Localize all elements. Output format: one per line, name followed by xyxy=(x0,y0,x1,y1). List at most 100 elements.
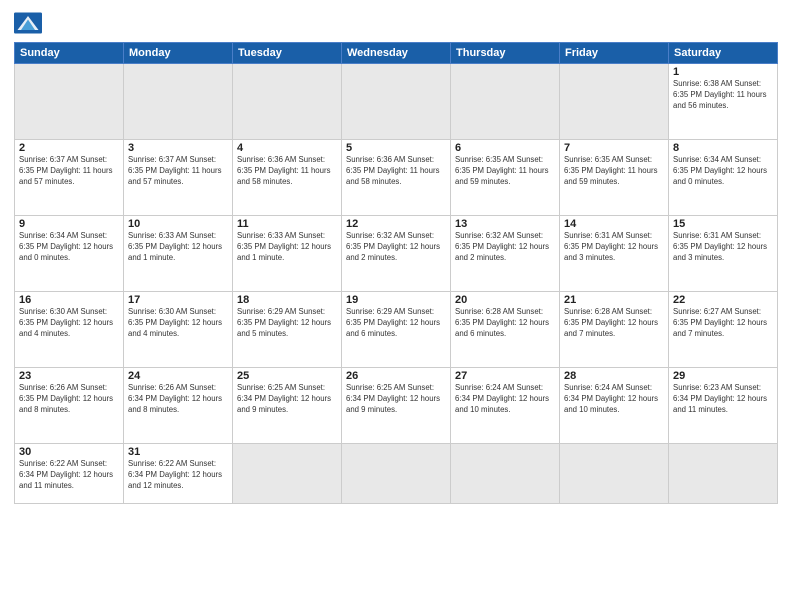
calendar-cell: 15Sunrise: 6:31 AM Sunset: 6:35 PM Dayli… xyxy=(669,216,778,292)
calendar-header-tuesday: Tuesday xyxy=(233,43,342,64)
day-info: Sunrise: 6:24 AM Sunset: 6:34 PM Dayligh… xyxy=(455,383,555,416)
day-number: 23 xyxy=(19,370,119,382)
day-info: Sunrise: 6:25 AM Sunset: 6:34 PM Dayligh… xyxy=(346,383,446,416)
day-info: Sunrise: 6:24 AM Sunset: 6:34 PM Dayligh… xyxy=(564,383,664,416)
calendar-cell: 8Sunrise: 6:34 AM Sunset: 6:35 PM Daylig… xyxy=(669,140,778,216)
day-number: 10 xyxy=(128,218,228,230)
day-info: Sunrise: 6:34 AM Sunset: 6:35 PM Dayligh… xyxy=(673,155,773,188)
day-info: Sunrise: 6:31 AM Sunset: 6:35 PM Dayligh… xyxy=(564,231,664,264)
calendar-cell xyxy=(560,64,669,140)
calendar-cell: 28Sunrise: 6:24 AM Sunset: 6:34 PM Dayli… xyxy=(560,368,669,444)
calendar-cell: 10Sunrise: 6:33 AM Sunset: 6:35 PM Dayli… xyxy=(124,216,233,292)
calendar-header-sunday: Sunday xyxy=(15,43,124,64)
calendar-cell xyxy=(233,64,342,140)
day-number: 2 xyxy=(19,142,119,154)
day-number: 22 xyxy=(673,294,773,306)
calendar-header-thursday: Thursday xyxy=(451,43,560,64)
page: SundayMondayTuesdayWednesdayThursdayFrid… xyxy=(0,0,792,612)
day-info: Sunrise: 6:36 AM Sunset: 6:35 PM Dayligh… xyxy=(237,155,337,188)
day-number: 16 xyxy=(19,294,119,306)
calendar-cell: 6Sunrise: 6:35 AM Sunset: 6:35 PM Daylig… xyxy=(451,140,560,216)
calendar-header-row: SundayMondayTuesdayWednesdayThursdayFrid… xyxy=(15,43,778,64)
day-number: 11 xyxy=(237,218,337,230)
day-number: 26 xyxy=(346,370,446,382)
calendar-cell xyxy=(451,64,560,140)
calendar-cell: 13Sunrise: 6:32 AM Sunset: 6:35 PM Dayli… xyxy=(451,216,560,292)
day-info: Sunrise: 6:26 AM Sunset: 6:34 PM Dayligh… xyxy=(128,383,228,416)
day-number: 27 xyxy=(455,370,555,382)
day-number: 20 xyxy=(455,294,555,306)
calendar-cell xyxy=(124,64,233,140)
day-info: Sunrise: 6:28 AM Sunset: 6:35 PM Dayligh… xyxy=(455,307,555,340)
day-info: Sunrise: 6:36 AM Sunset: 6:35 PM Dayligh… xyxy=(346,155,446,188)
day-info: Sunrise: 6:30 AM Sunset: 6:35 PM Dayligh… xyxy=(128,307,228,340)
calendar-cell: 30Sunrise: 6:22 AM Sunset: 6:34 PM Dayli… xyxy=(15,444,124,504)
calendar-cell: 7Sunrise: 6:35 AM Sunset: 6:35 PM Daylig… xyxy=(560,140,669,216)
day-number: 19 xyxy=(346,294,446,306)
calendar-cell: 20Sunrise: 6:28 AM Sunset: 6:35 PM Dayli… xyxy=(451,292,560,368)
day-number: 4 xyxy=(237,142,337,154)
calendar-cell: 3Sunrise: 6:37 AM Sunset: 6:35 PM Daylig… xyxy=(124,140,233,216)
calendar-header-friday: Friday xyxy=(560,43,669,64)
calendar-cell xyxy=(342,444,451,504)
calendar-cell: 25Sunrise: 6:25 AM Sunset: 6:34 PM Dayli… xyxy=(233,368,342,444)
day-info: Sunrise: 6:30 AM Sunset: 6:35 PM Dayligh… xyxy=(19,307,119,340)
header xyxy=(14,12,778,34)
day-number: 8 xyxy=(673,142,773,154)
day-number: 29 xyxy=(673,370,773,382)
day-info: Sunrise: 6:29 AM Sunset: 6:35 PM Dayligh… xyxy=(237,307,337,340)
calendar-cell xyxy=(342,64,451,140)
calendar-cell: 5Sunrise: 6:36 AM Sunset: 6:35 PM Daylig… xyxy=(342,140,451,216)
calendar-header-saturday: Saturday xyxy=(669,43,778,64)
calendar-cell: 23Sunrise: 6:26 AM Sunset: 6:35 PM Dayli… xyxy=(15,368,124,444)
day-info: Sunrise: 6:32 AM Sunset: 6:35 PM Dayligh… xyxy=(346,231,446,264)
day-number: 12 xyxy=(346,218,446,230)
day-number: 13 xyxy=(455,218,555,230)
day-number: 1 xyxy=(673,66,773,78)
day-number: 31 xyxy=(128,446,228,458)
day-number: 17 xyxy=(128,294,228,306)
day-number: 15 xyxy=(673,218,773,230)
day-number: 6 xyxy=(455,142,555,154)
calendar: SundayMondayTuesdayWednesdayThursdayFrid… xyxy=(14,42,778,504)
day-number: 14 xyxy=(564,218,664,230)
day-info: Sunrise: 6:33 AM Sunset: 6:35 PM Dayligh… xyxy=(237,231,337,264)
calendar-cell: 12Sunrise: 6:32 AM Sunset: 6:35 PM Dayli… xyxy=(342,216,451,292)
calendar-cell: 4Sunrise: 6:36 AM Sunset: 6:35 PM Daylig… xyxy=(233,140,342,216)
day-info: Sunrise: 6:26 AM Sunset: 6:35 PM Dayligh… xyxy=(19,383,119,416)
calendar-cell: 2Sunrise: 6:37 AM Sunset: 6:35 PM Daylig… xyxy=(15,140,124,216)
day-info: Sunrise: 6:23 AM Sunset: 6:34 PM Dayligh… xyxy=(673,383,773,416)
calendar-cell: 9Sunrise: 6:34 AM Sunset: 6:35 PM Daylig… xyxy=(15,216,124,292)
day-info: Sunrise: 6:37 AM Sunset: 6:35 PM Dayligh… xyxy=(19,155,119,188)
day-number: 9 xyxy=(19,218,119,230)
day-number: 18 xyxy=(237,294,337,306)
calendar-cell: 31Sunrise: 6:22 AM Sunset: 6:34 PM Dayli… xyxy=(124,444,233,504)
calendar-header-monday: Monday xyxy=(124,43,233,64)
day-info: Sunrise: 6:22 AM Sunset: 6:34 PM Dayligh… xyxy=(128,459,228,492)
day-info: Sunrise: 6:31 AM Sunset: 6:35 PM Dayligh… xyxy=(673,231,773,264)
day-info: Sunrise: 6:33 AM Sunset: 6:35 PM Dayligh… xyxy=(128,231,228,264)
day-info: Sunrise: 6:22 AM Sunset: 6:34 PM Dayligh… xyxy=(19,459,119,492)
calendar-cell: 26Sunrise: 6:25 AM Sunset: 6:34 PM Dayli… xyxy=(342,368,451,444)
day-info: Sunrise: 6:37 AM Sunset: 6:35 PM Dayligh… xyxy=(128,155,228,188)
logo-icon xyxy=(14,12,42,34)
day-info: Sunrise: 6:25 AM Sunset: 6:34 PM Dayligh… xyxy=(237,383,337,416)
calendar-cell: 19Sunrise: 6:29 AM Sunset: 6:35 PM Dayli… xyxy=(342,292,451,368)
day-number: 21 xyxy=(564,294,664,306)
calendar-cell: 14Sunrise: 6:31 AM Sunset: 6:35 PM Dayli… xyxy=(560,216,669,292)
day-info: Sunrise: 6:38 AM Sunset: 6:35 PM Dayligh… xyxy=(673,79,773,112)
calendar-cell: 24Sunrise: 6:26 AM Sunset: 6:34 PM Dayli… xyxy=(124,368,233,444)
calendar-cell: 27Sunrise: 6:24 AM Sunset: 6:34 PM Dayli… xyxy=(451,368,560,444)
calendar-cell xyxy=(560,444,669,504)
calendar-cell: 17Sunrise: 6:30 AM Sunset: 6:35 PM Dayli… xyxy=(124,292,233,368)
day-number: 24 xyxy=(128,370,228,382)
logo xyxy=(14,12,46,34)
calendar-cell xyxy=(451,444,560,504)
day-info: Sunrise: 6:28 AM Sunset: 6:35 PM Dayligh… xyxy=(564,307,664,340)
calendar-cell: 18Sunrise: 6:29 AM Sunset: 6:35 PM Dayli… xyxy=(233,292,342,368)
calendar-cell: 29Sunrise: 6:23 AM Sunset: 6:34 PM Dayli… xyxy=(669,368,778,444)
calendar-cell: 21Sunrise: 6:28 AM Sunset: 6:35 PM Dayli… xyxy=(560,292,669,368)
day-info: Sunrise: 6:34 AM Sunset: 6:35 PM Dayligh… xyxy=(19,231,119,264)
calendar-cell: 1Sunrise: 6:38 AM Sunset: 6:35 PM Daylig… xyxy=(669,64,778,140)
calendar-cell: 16Sunrise: 6:30 AM Sunset: 6:35 PM Dayli… xyxy=(15,292,124,368)
